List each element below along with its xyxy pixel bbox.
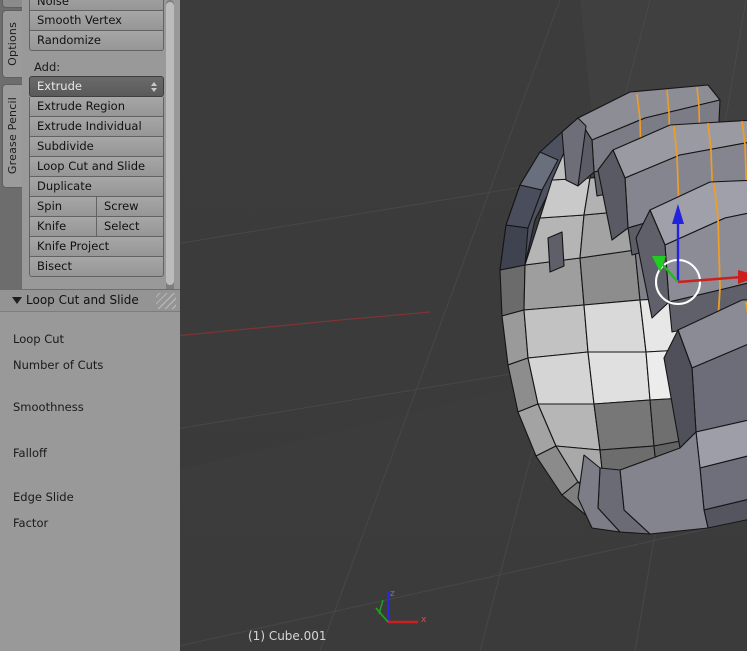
factor-label: Factor [13, 516, 49, 530]
collapse-triangle-icon[interactable] [12, 297, 22, 304]
duplicate-button[interactable]: Duplicate [29, 177, 164, 197]
smooth-vertex-button[interactable]: Smooth Vertex [29, 11, 164, 31]
loop-cut-group-label: Loop Cut [13, 332, 65, 346]
operator-panel-title: Loop Cut and Slide [26, 293, 139, 307]
knife-project-button[interactable]: Knife Project [29, 237, 164, 257]
mesh-tools-group: Noise Smooth Vertex Randomize [29, 0, 164, 51]
bisect-button[interactable]: Bisect [29, 257, 164, 277]
spin-button[interactable]: Spin [29, 197, 96, 217]
svg-text:x: x [421, 615, 427, 625]
number-of-cuts-label: Number of Cuts [13, 358, 104, 372]
loop-cut-and-slide-button[interactable]: Loop Cut and Slide [29, 157, 164, 177]
blender-window: z x (1) Cube.001 Options Grease Pencil N… [0, 0, 747, 651]
subdivide-button[interactable]: Subdivide [29, 137, 164, 157]
toolshelf-scrollbar-thumb[interactable] [166, 2, 174, 285]
add-section-label: Add: [34, 60, 61, 74]
add-tools-group: Extrude Extrude Region Extrude Individua… [29, 76, 164, 277]
viewport-canvas: z x [180, 0, 747, 651]
knife-select-row: Knife Select [29, 217, 164, 237]
edge-slide-group-label: Edge Slide [13, 490, 74, 504]
operator-panel-header[interactable]: Loop Cut and Slide [0, 290, 180, 312]
3d-viewport[interactable]: z x (1) Cube.001 [180, 0, 747, 651]
extrude-dropdown[interactable]: Extrude [29, 76, 164, 97]
tab-grease-pencil-label: Grease Pencil [6, 97, 19, 175]
screw-button[interactable]: Screw [96, 197, 164, 217]
extrude-region-button[interactable]: Extrude Region [29, 97, 164, 117]
extrude-individual-button[interactable]: Extrude Individual [29, 117, 164, 137]
spin-screw-row: Spin Screw [29, 197, 164, 217]
active-object-name: (1) Cube.001 [248, 629, 327, 643]
chevron-updown-icon [150, 80, 157, 94]
svg-text:z: z [390, 589, 395, 599]
sidebar-item-grease-pencil[interactable]: Grease Pencil [2, 84, 22, 188]
knife-button[interactable]: Knife [29, 217, 96, 237]
tab-options-label: Options [6, 22, 19, 66]
randomize-button[interactable]: Randomize [29, 31, 164, 51]
falloff-label: Falloff [13, 446, 47, 460]
select-button[interactable]: Select [96, 217, 164, 237]
resize-grip-icon[interactable] [156, 293, 176, 309]
tab-partial-top[interactable] [2, 0, 22, 8]
sidebar-item-options[interactable]: Options [2, 10, 22, 78]
operator-redo-panel[interactable]: Loop Cut and Slide Loop Cut Number of Cu… [0, 289, 180, 651]
smoothness-label: Smoothness [13, 400, 84, 414]
noise-button[interactable]: Noise [29, 0, 164, 11]
extrude-dropdown-value: Extrude [37, 79, 82, 93]
